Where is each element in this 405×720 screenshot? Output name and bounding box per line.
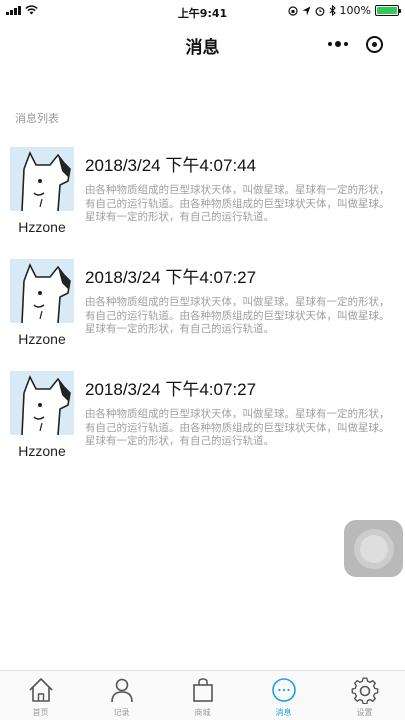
avatar-box: Hzzone [10, 371, 74, 459]
dog-avatar-icon [10, 147, 74, 211]
close-button[interactable] [356, 30, 393, 58]
status-bar: 上午9:41 100% [0, 0, 405, 22]
message-text: 由各种物质组成的巨型球状天体，叫做星球。星球有一定的形状，有自己的运行轨道。由各… [85, 184, 390, 223]
message-item[interactable]: Hzzone 2018/3/24 下午4:07:27 由各种物质组成的巨型球状天… [0, 371, 405, 483]
dog-avatar-icon [10, 259, 74, 323]
tab-settings[interactable]: 设置 [324, 671, 405, 720]
message-text: 由各种物质组成的巨型球状天体，叫做星球。星球有一定的形状，有自己的运行轨道。由各… [85, 296, 390, 335]
target-icon [366, 35, 383, 53]
location-icon [302, 6, 311, 15]
tab-label: 商城 [194, 708, 211, 717]
battery-icon [375, 5, 401, 16]
avatar-box: Hzzone [10, 259, 74, 347]
message-icon [271, 678, 296, 702]
more-dot-icon [327, 42, 332, 46]
tab-messages[interactable]: 消息 [243, 671, 324, 720]
more-button[interactable] [319, 30, 356, 58]
message-body: 2018/3/24 下午4:07:44 由各种物质组成的巨型球状天体，叫做星球。… [85, 151, 393, 225]
tab-home[interactable]: 首页 [0, 671, 81, 720]
message-body: 2018/3/24 下午4:07:27 由各种物质组成的巨型球状天体，叫做星球。… [85, 263, 393, 337]
user-name: Hzzone [18, 443, 66, 459]
user-icon [110, 678, 133, 703]
section-label: 消息列表 [15, 112, 59, 125]
status-right: 100% [287, 4, 401, 17]
message-text: 由各种物质组成的巨型球状天体，叫做星球。星球有一定的形状，有自己的运行轨道。由各… [85, 408, 390, 447]
message-time: 2018/3/24 下午4:07:27 [85, 268, 257, 287]
battery-percent: 100% [339, 4, 371, 17]
tab-records[interactable]: 记录 [81, 671, 162, 720]
nav-bar: 消息 [0, 22, 405, 66]
message-list: Hzzone 2018/3/24 下午4:07:44 由各种物质组成的巨型球状天… [0, 147, 405, 483]
orientation-lock-icon [287, 5, 298, 16]
user-name: Hzzone [18, 219, 66, 235]
message-item[interactable]: Hzzone 2018/3/24 下午4:07:44 由各种物质组成的巨型球状天… [0, 147, 405, 259]
tab-label: 设置 [356, 708, 373, 717]
tab-label: 记录 [113, 708, 130, 717]
message-time: 2018/3/24 下午4:07:44 [85, 156, 257, 175]
more-dot-icon [334, 41, 341, 47]
floating-assistive-button[interactable] [344, 520, 403, 577]
more-dot-icon [343, 42, 348, 46]
mini-program-capsule [319, 30, 393, 58]
user-name: Hzzone [18, 331, 66, 347]
gear-icon [351, 677, 378, 704]
home-icon [28, 678, 53, 702]
assistive-ring-icon [353, 528, 394, 569]
tab-shop[interactable]: 商城 [162, 671, 243, 720]
tab-label: 首页 [32, 708, 49, 717]
shopping-bag-icon [192, 678, 213, 702]
dog-avatar-icon [10, 371, 74, 435]
tab-bar: 首页 记录 商城 消息 设置 [0, 670, 405, 720]
avatar-box: Hzzone [10, 147, 74, 235]
alarm-icon [315, 6, 324, 16]
tab-label: 消息 [275, 708, 292, 717]
message-body: 2018/3/24 下午4:07:27 由各种物质组成的巨型球状天体，叫做星球。… [85, 375, 393, 449]
message-item[interactable]: Hzzone 2018/3/24 下午4:07:27 由各种物质组成的巨型球状天… [0, 259, 405, 371]
bluetooth-icon [329, 5, 336, 16]
message-time: 2018/3/24 下午4:07:27 [85, 380, 257, 399]
